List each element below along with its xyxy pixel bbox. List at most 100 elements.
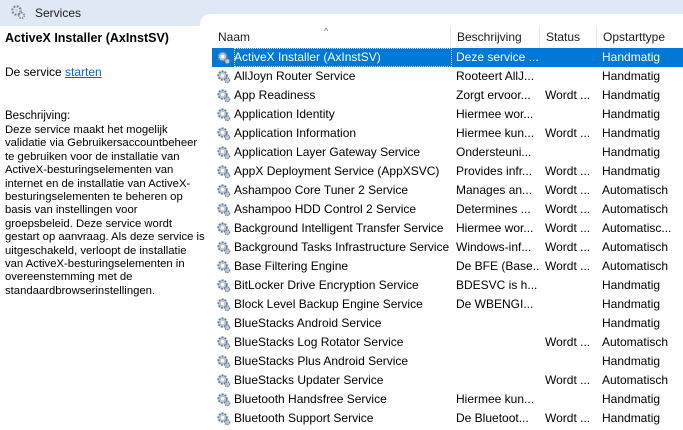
- service-gear-icon: [217, 127, 231, 141]
- service-startup-type: Handmatig: [602, 69, 661, 83]
- column-description-header[interactable]: Beschrijving: [451, 26, 540, 48]
- service-row[interactable]: Background Tasks Infrastructure Service W…: [212, 238, 683, 257]
- service-description-cell: Provides infr...: [456, 164, 533, 178]
- service-gear-icon: [217, 298, 231, 312]
- service-description-cell: Hiermee kun...: [456, 126, 535, 140]
- service-name: Ashampoo Core Tuner 2 Service: [234, 183, 409, 197]
- service-description-cell: Hiermee wor...: [456, 221, 534, 235]
- service-description-cell: [456, 352, 540, 371]
- service-row[interactable]: BlueStacks Plus Android Service Handmatig: [212, 352, 683, 371]
- service-row[interactable]: Base Filtering Engine De BFE (Base... Word…: [212, 257, 683, 276]
- service-startup-type: Automatisch: [602, 240, 669, 254]
- service-status: [545, 390, 599, 409]
- service-status: Wordt ...: [545, 240, 591, 254]
- selected-service-name: ActiveX Installer (AxInstSV): [5, 31, 169, 45]
- service-startup-type: Handmatig: [602, 164, 661, 178]
- action-prefix: De service: [5, 65, 66, 79]
- service-startup-type: Handmatig: [602, 107, 661, 121]
- service-startup-type: Handmatig: [602, 50, 661, 64]
- service-row[interactable]: Application Identity Hiermee wor... Handma…: [212, 105, 683, 124]
- service-status: [545, 143, 599, 162]
- column-startup-header[interactable]: Opstarttype: [597, 26, 683, 48]
- service-name: BlueStacks Android Service: [234, 316, 382, 330]
- service-gear-icon: [217, 146, 231, 160]
- service-row[interactable]: App Readiness Zorgt ervoor... Wordt ... Han…: [212, 86, 683, 105]
- column-description-label: Beschrijving: [457, 30, 522, 44]
- service-startup-type: Handmatig: [602, 316, 661, 330]
- service-name: ActiveX Installer (AxInstSV): [234, 48, 452, 67]
- service-startup-type: Automatisch: [602, 183, 669, 197]
- service-status: Wordt ...: [545, 183, 591, 197]
- service-startup-type: Automatisch: [602, 373, 669, 387]
- service-startup-type: Handmatig: [602, 297, 661, 311]
- service-details-panel: ActiveX Installer (AxInstSV) De service …: [0, 26, 210, 430]
- service-name: App Readiness: [234, 88, 316, 102]
- service-name: AllJoyn Router Service: [234, 69, 356, 83]
- service-row[interactable]: AppX Deployment Service (AppXSVC) Provide…: [212, 162, 683, 181]
- service-startup-type: Handmatig: [602, 411, 661, 425]
- service-row[interactable]: Application Information Hiermee kun... Wor…: [212, 124, 683, 143]
- service-gear-icon: [217, 412, 231, 426]
- service-description-cell: [456, 371, 540, 390]
- column-status-header[interactable]: Status: [540, 26, 597, 48]
- service-name: Ashampoo HDD Control 2 Service: [234, 202, 417, 216]
- service-name: Base Filtering Engine: [234, 259, 349, 273]
- service-row[interactable]: Bluetooth Handsfree Service Hiermee kun..…: [212, 390, 683, 409]
- service-startup-type: Automatisch: [602, 335, 669, 349]
- window-title: Services: [35, 6, 82, 20]
- service-row[interactable]: BlueStacks Log Rotator Service Wordt ... A…: [212, 333, 683, 352]
- service-description-cell: Zorgt ervoor...: [456, 88, 531, 102]
- service-row[interactable]: BlueStacks Android Service Handmatig: [212, 314, 683, 333]
- service-name: Application Identity: [234, 107, 335, 121]
- service-status: [545, 314, 599, 333]
- services-gear-icon: [11, 5, 26, 20]
- service-description-cell: Manages an...: [456, 183, 533, 197]
- service-row[interactable]: Background Intelligent Transfer Service H…: [212, 219, 683, 238]
- description-label: Beschrijving:: [5, 110, 71, 122]
- service-name: BitLocker Drive Encryption Service: [234, 278, 419, 292]
- service-startup-type: Handmatig: [602, 145, 661, 159]
- service-row[interactable]: Ashampoo Core Tuner 2 Service Manages an.…: [212, 181, 683, 200]
- service-gear-icon: [217, 222, 231, 236]
- service-status: Wordt ...: [545, 373, 591, 387]
- service-row[interactable]: BitLocker Drive Encryption Service BDESVC…: [212, 276, 683, 295]
- service-status: Wordt ...: [545, 411, 591, 425]
- service-status: Wordt ...: [545, 164, 591, 178]
- service-row[interactable]: Application Layer Gateway Service Onderst…: [212, 143, 683, 162]
- service-gear-icon: [217, 203, 231, 217]
- service-gear-icon: [217, 317, 231, 331]
- service-row[interactable]: Block Level Backup Engine Service De WBEN…: [212, 295, 683, 314]
- service-row[interactable]: Bluetooth Support Service De Bluetoot... W…: [212, 409, 683, 428]
- service-gear-icon: [217, 108, 231, 122]
- service-name: Background Intelligent Transfer Service: [234, 221, 444, 235]
- column-startup-label: Opstarttype: [603, 30, 666, 44]
- service-startup-type: Handmatig: [602, 88, 661, 102]
- service-row[interactable]: Ashampoo HDD Control 2 Service Determines…: [212, 200, 683, 219]
- service-startup-type: Handmatig: [602, 278, 661, 292]
- service-action: De service starten: [5, 65, 102, 79]
- service-row[interactable]: AllJoyn Router Service Rooteert AllJ... Ha…: [212, 67, 683, 86]
- service-row[interactable]: BlueStacks Updater Service Wordt ... Autom…: [212, 371, 683, 390]
- column-status-label: Status: [546, 30, 581, 44]
- service-description-cell: Ondersteuni...: [456, 145, 532, 159]
- service-row[interactable]: ActiveX Installer (AxInstSV) Deze service…: [212, 48, 683, 67]
- service-name: BlueStacks Plus Android Service: [234, 354, 409, 368]
- start-service-link[interactable]: starten: [65, 65, 102, 79]
- service-gear-icon: [217, 70, 231, 84]
- service-startup-type: Automatisch: [602, 202, 669, 216]
- service-description-cell: [456, 333, 540, 352]
- service-status: [545, 352, 599, 371]
- service-gear-icon: [217, 374, 231, 388]
- service-gear-icon: [217, 184, 231, 198]
- service-status: Wordt ...: [545, 259, 591, 273]
- service-status: [545, 276, 599, 295]
- service-startup-type: Automatisch: [602, 259, 669, 273]
- service-status: [545, 105, 599, 124]
- sort-ascending-icon: ^: [324, 26, 329, 36]
- column-name-header[interactable]: ^ Naam: [212, 26, 451, 48]
- service-description-cell: BDESVC is h...: [456, 278, 538, 292]
- service-startup-type: Handmatig: [602, 126, 661, 140]
- service-status: [545, 67, 599, 86]
- service-status: Wordt ...: [545, 126, 591, 140]
- column-header: ^ Naam Beschrijving Status Opstarttype: [212, 26, 683, 48]
